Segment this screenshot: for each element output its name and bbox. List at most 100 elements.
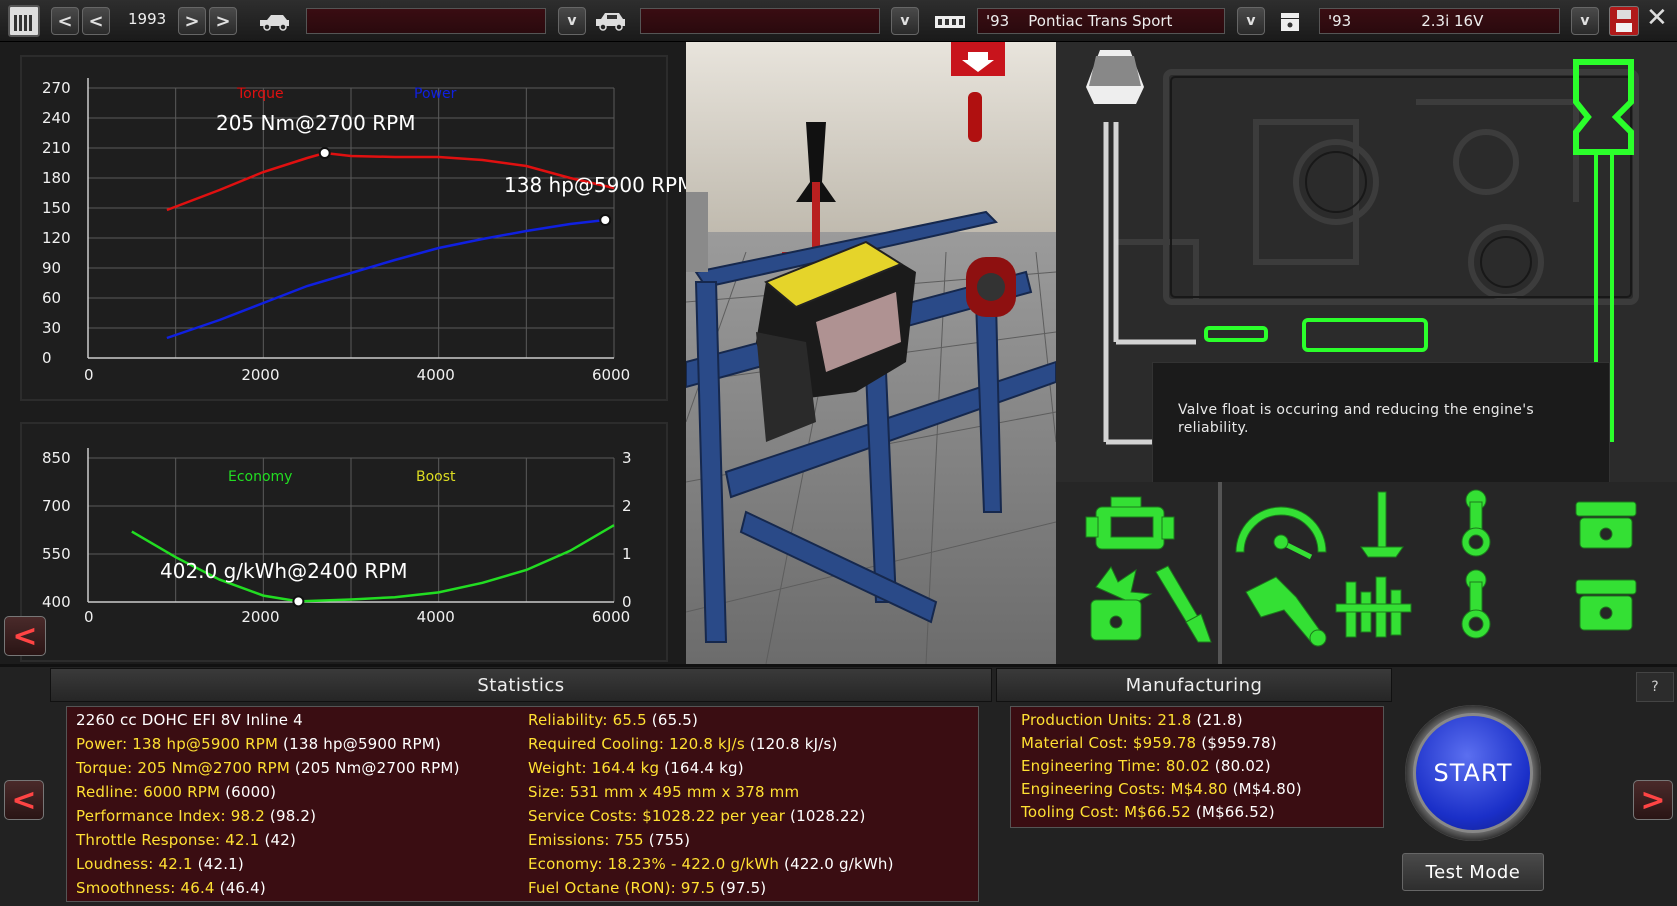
stat-right-line: Emissions: 755 (755) [528, 831, 690, 849]
calendar-icon[interactable] [8, 5, 40, 37]
manufacturing-label: Engineering Costs: M$4.80 [1021, 780, 1228, 798]
stat-right-value: (164.4 kg) [659, 759, 744, 777]
power-peak-marker [599, 214, 612, 226]
model-family-dropdown-button[interactable]: v [558, 7, 586, 35]
stat-left-line: Loudness: 42.1 (42.1) [76, 855, 244, 873]
stat-right-label: Fuel Octane (RON): 97.5 [528, 879, 716, 897]
stat-right-label: Emissions: 755 [528, 831, 644, 849]
engine-family-name: Pontiac Trans Sport [1028, 12, 1173, 30]
help-button[interactable]: ? [1636, 672, 1674, 702]
stat-right-label: Size: 531 mm x 495 mm x 378 mm [528, 783, 800, 801]
manufacturing-value: (21.8) [1191, 711, 1243, 729]
engine-block-icon[interactable] [1085, 496, 1175, 550]
graph-collapse-button[interactable]: < [4, 616, 46, 656]
engine-family-dropdown-button[interactable]: v [1237, 7, 1265, 35]
power-peak-label: 138 hp@5900 RPM [504, 173, 686, 197]
power-y-tick: 150 [42, 199, 71, 217]
engine-family-year: '93 [986, 12, 1010, 30]
legend-boost: Boost [416, 469, 456, 485]
stat-right-line: Required Cooling: 120.8 kJ/s (120.8 kJ/s… [528, 735, 838, 753]
trim-dropdown-button[interactable]: v [891, 7, 919, 35]
stat-left-line: Throttle Response: 42.1 (42) [76, 831, 296, 849]
engine-family-field[interactable]: '93 Pontiac Trans Sport [977, 8, 1225, 34]
stat-left-line: Torque: 205 Nm@2700 RPM (205 Nm@2700 RPM… [76, 759, 460, 777]
economy-chart: 850700550400 3210 0 2000 4000 6000 Economy … [42, 448, 632, 626]
engine-variant-field[interactable]: '93 2.3i 16V [1319, 8, 1560, 34]
piston-top-icon[interactable] [1575, 501, 1637, 549]
test-mode-button[interactable]: Test Mode [1402, 853, 1544, 891]
crankshaft-icon[interactable] [1335, 576, 1412, 638]
year-next-fast-button[interactable]: > [209, 7, 237, 35]
economy-y-tick: 550 [42, 545, 71, 563]
stat-left-value: (46.4) [214, 879, 266, 897]
year-next-button[interactable]: > [178, 7, 206, 35]
economy-y-tick: 700 [42, 497, 71, 515]
start-button[interactable]: START [1413, 713, 1533, 833]
repair-tool-icon[interactable] [1245, 576, 1327, 647]
close-icon[interactable]: ✕ [1646, 3, 1672, 33]
power-y-tick: 60 [42, 289, 61, 307]
stat-right-value: (1028.22) [785, 807, 866, 825]
stat-right-value: (97.5) [715, 879, 767, 897]
engine-3d-viewport[interactable] [686, 42, 1056, 664]
stat-left-label: Smoothness: 46.4 [76, 879, 215, 897]
economy-x-tick: 4000 [417, 608, 455, 626]
legend-economy: Economy [228, 469, 292, 485]
trim-field[interactable] [640, 8, 880, 34]
economy-y-tick: 400 [42, 593, 71, 611]
stat-right-value: (65.5) [646, 711, 699, 729]
year-prev-fast-button[interactable]: < [51, 7, 79, 35]
save-icon[interactable] [1609, 6, 1639, 36]
manufacturing-label: Tooling Cost: M$66.52 [1021, 803, 1191, 821]
stat-left-line: Redline: 6000 RPM (6000) [76, 783, 276, 801]
stat-right-label: Service Costs: $1028.22 per year [528, 807, 786, 825]
manufacturing-line: Tooling Cost: M$66.52 (M$66.52) [1021, 803, 1275, 821]
engine-family-icon [935, 16, 965, 28]
torque-peak-label: 205 Nm@2700 RPM [216, 111, 415, 135]
stat-right-line: Economy: 18.23% - 422.0 g/kWh (422.0 g/k… [528, 855, 894, 873]
manufacturing-line: Material Cost: $959.78 ($959.78) [1021, 734, 1277, 752]
stat-left-line: Performance Index: 98.2 (98.2) [76, 807, 316, 825]
warning-tooltip: Valve float is occuring and reducing the… [1152, 362, 1610, 484]
stat-left-label: Throttle Response: 42.1 [76, 831, 260, 849]
power-y-tick: 30 [42, 319, 61, 337]
engine-variant-name: 2.3i 16V [1421, 12, 1484, 30]
model-family-field[interactable] [306, 8, 546, 34]
cylinder-damage-icon[interactable] [1090, 566, 1153, 641]
next-stage-button[interactable]: > [1633, 780, 1673, 820]
conrod-top-icon[interactable] [1461, 489, 1491, 557]
power-y-tick: 180 [42, 169, 71, 187]
year-prev-button[interactable]: < [82, 7, 110, 35]
legend-power: Power [414, 86, 457, 102]
stat-right-line: Service Costs: $1028.22 per year (1028.2… [528, 807, 866, 825]
valve-icon[interactable] [1360, 491, 1404, 558]
piston-bottom-icon[interactable] [1575, 579, 1637, 631]
stat-left-value: (42) [259, 831, 297, 849]
stat-right-value: (755) [643, 831, 691, 849]
stat-left-value: (98.2) [264, 807, 317, 825]
stat-left-value: (42.1) [192, 855, 244, 873]
stat-right-label: Weight: 164.4 kg [528, 759, 660, 777]
power-torque-chart: 2702402101801501209060300 0 2000 4000 6000 … [42, 78, 686, 384]
manufacturing-label: Material Cost: $959.78 [1021, 734, 1197, 752]
manufacturing-line: Production Units: 21.8 (21.8) [1021, 711, 1243, 729]
conrod-bottom-icon[interactable] [1461, 569, 1491, 639]
stat-left-label: 2260 cc DOHC EFI 8V Inline 4 [76, 711, 303, 729]
stat-right-line: Fuel Octane (RON): 97.5 (97.5) [528, 879, 766, 897]
stat-left-value: (6000) [220, 783, 277, 801]
power-y-tick: 0 [42, 349, 52, 367]
manufacturing-label: Engineering Time: 80.02 [1021, 757, 1210, 775]
manufacturing-header: Manufacturing [996, 668, 1392, 702]
economy-y-tick: 850 [42, 449, 71, 467]
stat-left-line: 2260 cc DOHC EFI 8V Inline 4 [76, 711, 303, 729]
gauge-icon[interactable] [1235, 506, 1327, 560]
power-x-tick: 4000 [417, 366, 455, 384]
spark-plug-icon[interactable] [1155, 565, 1212, 643]
previous-stage-button[interactable]: < [4, 780, 44, 820]
manufacturing-line: Engineering Time: 80.02 (80.02) [1021, 757, 1271, 775]
manufacturing-value: (80.02) [1209, 757, 1271, 775]
engine-variant-dropdown-button[interactable]: v [1571, 7, 1599, 35]
power-x-tick: 0 [84, 366, 94, 384]
power-x-tick: 6000 [592, 366, 630, 384]
manufacturing-value: (M$66.52) [1190, 803, 1275, 821]
